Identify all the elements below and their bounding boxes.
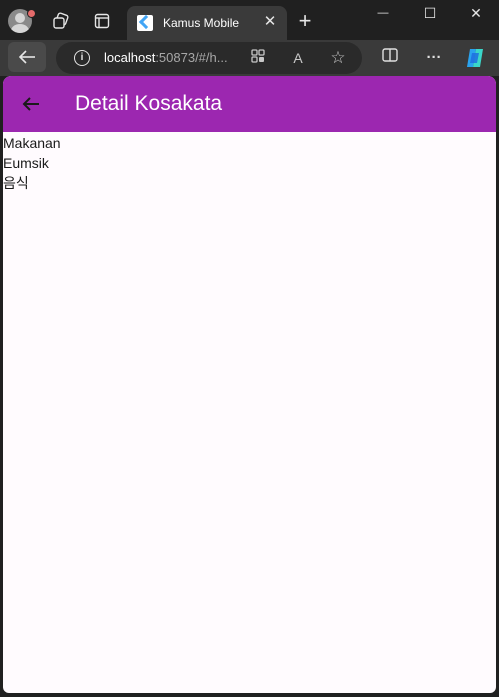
notification-dot (27, 9, 36, 18)
korean-word: 음식 (3, 175, 29, 191)
url-host: localhost (104, 50, 156, 65)
vertical-tabs-button[interactable] (86, 6, 118, 36)
workspaces-button[interactable] (45, 6, 77, 36)
read-aloud-icon[interactable]: A (288, 48, 308, 68)
back-arrow-icon (18, 50, 35, 64)
vertical-tabs-icon (94, 13, 110, 29)
flutter-icon (137, 15, 153, 31)
new-tab-button[interactable]: + (292, 8, 318, 34)
app-back-button[interactable] (17, 90, 45, 118)
page-title: Detail Kosakata (75, 92, 223, 115)
app-bar: Detail Kosakata (3, 76, 496, 132)
workspaces-icon (53, 12, 69, 29)
back-arrow-icon (22, 97, 39, 111)
profile-button[interactable] (4, 6, 36, 36)
browser-window: Kamus Mobile ✕ + — ☐ ✕ i localhost:50873… (0, 0, 499, 697)
split-screen-button[interactable] (378, 46, 402, 70)
address-bar[interactable]: i localhost:50873/#/h... A ☆ (56, 42, 362, 74)
maximize-button[interactable]: ☐ (407, 0, 453, 28)
split-screen-icon (382, 48, 398, 62)
copilot-button[interactable] (464, 47, 486, 69)
page-viewport: Detail Kosakata Makanan Eumsik 음식 (3, 76, 496, 693)
url-path: :50873/#/h... (155, 50, 228, 65)
indonesian-word: Makanan (3, 135, 61, 151)
vocabulary-detail: Makanan Eumsik 음식 (3, 133, 61, 193)
site-info-icon[interactable]: i (74, 50, 90, 66)
apps-button[interactable] (248, 48, 268, 68)
apps-icon (251, 49, 265, 63)
minimize-button[interactable]: — (360, 0, 406, 28)
tab-title: Kamus Mobile (163, 16, 240, 30)
tab-strip: Kamus Mobile ✕ + — ☐ ✕ (0, 0, 499, 40)
star-icon[interactable]: ☆ (328, 48, 348, 68)
copilot-icon (467, 49, 483, 67)
url-text[interactable]: localhost:50873/#/h... (104, 50, 228, 66)
window-close-button[interactable]: ✕ (453, 0, 499, 28)
browser-back-button[interactable] (8, 42, 46, 72)
close-tab-icon[interactable]: ✕ (261, 13, 279, 31)
more-icon[interactable]: ··· (422, 46, 446, 70)
browser-toolbar: i localhost:50873/#/h... A ☆ ··· (0, 40, 499, 76)
tab-kamus-mobile[interactable]: Kamus Mobile ✕ (127, 6, 287, 40)
romanization-text: Eumsik (3, 155, 49, 171)
